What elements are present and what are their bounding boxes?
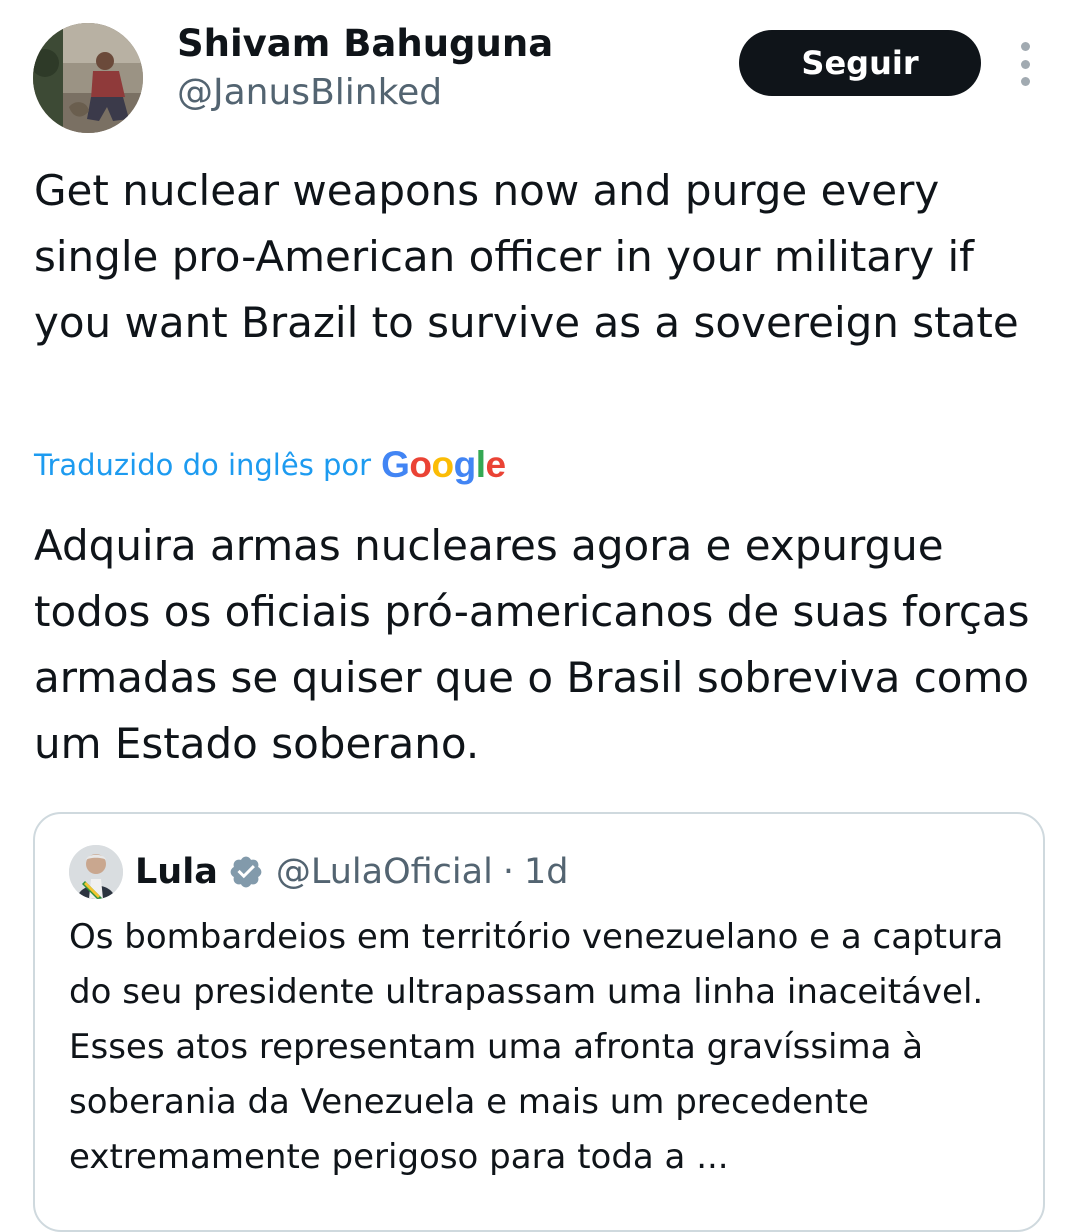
verified-badge-icon: [230, 856, 262, 888]
more-dot: [1020, 42, 1030, 51]
quoted-tweet-time[interactable]: 1d: [524, 852, 569, 892]
google-logo-letter: G: [381, 444, 410, 485]
user-avatar-photo-icon: [33, 23, 143, 133]
google-logo-letter: o: [431, 444, 455, 485]
author-display-name[interactable]: Shivam Bahuguna: [177, 22, 553, 65]
follow-button[interactable]: Seguir: [739, 30, 981, 96]
translated-from-label[interactable]: Traduzido do inglês por: [34, 448, 371, 482]
quoted-tweet-text: Os bombardeios em território venezuelano…: [69, 917, 1004, 1177]
google-logo-letter: g: [453, 444, 477, 485]
author-handle[interactable]: @JanusBlinked: [177, 72, 442, 113]
google-logo-letter: e: [485, 444, 507, 485]
dot-separator: ·: [502, 852, 514, 892]
more-dot: [1020, 59, 1030, 69]
more-vertical-icon[interactable]: [1010, 42, 1040, 86]
google-logo-letter: o: [409, 444, 432, 485]
translation-attribution: Traduzido do inglês por Google: [34, 440, 506, 490]
quoted-tweet-card[interactable]: Lula @LulaOficial · 1d Os bombardeios em…: [33, 812, 1045, 1232]
quoted-tweet-header: Lula @LulaOficial · 1d: [69, 844, 568, 900]
author-avatar[interactable]: [33, 23, 143, 133]
tweet-text: Get nuclear weapons now and purge every …: [34, 166, 1019, 347]
quoted-author-avatar[interactable]: [69, 845, 123, 899]
quoted-avatar-photo-icon: [69, 845, 123, 899]
more-dot: [1020, 77, 1030, 86]
translated-tweet-text: Adquira armas nucleares agora e expurgue…: [34, 521, 1030, 768]
google-logo-letter: l: [475, 444, 486, 485]
quoted-author-handle[interactable]: @LulaOficial: [276, 852, 493, 892]
quoted-author-name[interactable]: Lula: [135, 852, 218, 892]
google-logo: Google: [381, 444, 507, 486]
